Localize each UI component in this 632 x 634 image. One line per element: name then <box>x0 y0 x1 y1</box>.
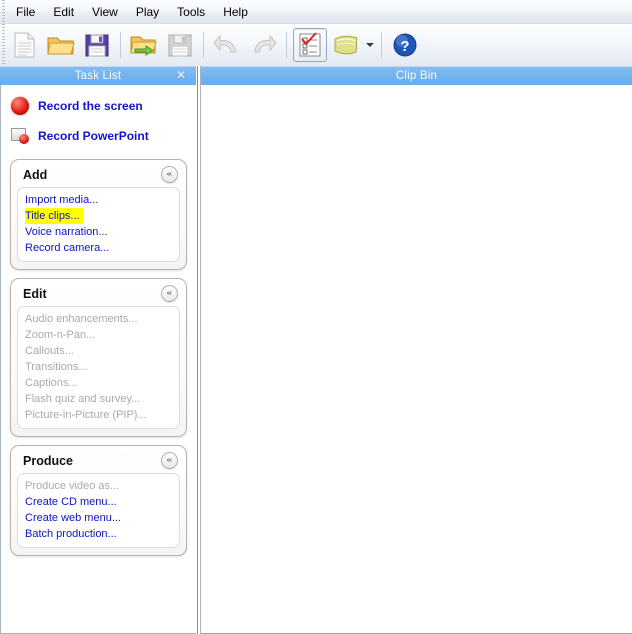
task-link-import-media[interactable]: Import media... <box>18 192 179 208</box>
menu-tools[interactable]: Tools <box>168 2 214 22</box>
menu-help[interactable]: Help <box>214 2 257 22</box>
import-media-icon <box>130 36 157 56</box>
new-icon <box>14 32 35 58</box>
menu-edit[interactable]: Edit <box>44 2 83 22</box>
clip-bin-title: Clip Bin <box>395 70 438 82</box>
task-list-icon <box>299 32 321 57</box>
group-add-title: Add <box>23 167 48 182</box>
group-edit: Edit « Audio enhancements... Zoom-n-Pan.… <box>10 278 187 437</box>
task-link-callouts: Callouts... <box>25 345 74 357</box>
record-powerpoint-label: Record PowerPoint <box>38 129 149 143</box>
new-button[interactable] <box>8 28 42 62</box>
help-button[interactable]: ? <box>388 28 422 62</box>
task-link-batch-production[interactable]: Batch production... <box>18 526 179 542</box>
group-produce-title: Produce <box>23 453 74 468</box>
group-produce-header: Produce « <box>17 451 180 473</box>
task-link-create-web-menu[interactable]: Create web menu... <box>18 510 179 526</box>
redo-icon <box>254 34 277 53</box>
main-area: Task List ✕ Record the screen Record Pow… <box>0 66 632 634</box>
group-produce: Produce « Produce video as... Create CD … <box>10 445 187 556</box>
menu-bar: File Edit View Play Tools Help <box>0 0 632 24</box>
svg-text:?: ? <box>400 38 409 55</box>
group-edit-header: Edit « <box>17 284 180 306</box>
save-floppy-icon <box>85 34 109 57</box>
chevron-up-icon[interactable]: « <box>161 285 178 302</box>
task-list-body: Record the screen Record PowerPoint Add … <box>0 85 196 634</box>
toolbar-grip[interactable] <box>0 24 7 66</box>
toolbar-separator-1 <box>120 32 121 58</box>
task-link-zoom-n-pan: Zoom-n-Pan... <box>25 329 96 341</box>
open-button[interactable] <box>44 28 78 62</box>
redo-button[interactable] <box>246 28 280 62</box>
record-powerpoint-action[interactable]: Record PowerPoint <box>1 121 196 151</box>
clip-bin-body[interactable] <box>201 85 632 633</box>
chevron-up-icon[interactable]: « <box>161 452 178 469</box>
group-add-body: Import media... Title clips... Voice nar… <box>17 187 180 262</box>
task-link-record-camera[interactable]: Record camera... <box>18 240 179 256</box>
chevron-up-icon[interactable]: « <box>161 166 178 183</box>
clip-bin-dropdown-arrow[interactable] <box>364 28 376 62</box>
save-as-button[interactable] <box>163 28 197 62</box>
task-link-audio-enhancements: Audio enhancements... <box>25 313 138 325</box>
group-edit-body: Audio enhancements... Zoom-n-Pan... Call… <box>17 306 180 429</box>
menu-bar-grip[interactable] <box>0 0 7 23</box>
clip-bin-pane: Clip Bin <box>201 66 632 634</box>
import-media-button[interactable] <box>127 28 161 62</box>
task-link-picture-in-picture: Picture-in-Picture (PIP)... <box>25 409 147 421</box>
clip-bin-button[interactable] <box>329 28 363 62</box>
clip-bin-header: Clip Bin <box>201 66 632 85</box>
task-link-title-clips[interactable]: Title clips... <box>25 208 83 224</box>
clip-bin-icon <box>334 35 358 55</box>
save-button[interactable] <box>80 28 114 62</box>
help-icon: ? <box>393 33 417 57</box>
record-screen-icon <box>11 97 29 115</box>
undo-icon <box>213 34 236 53</box>
task-list-title: Task List <box>74 70 122 82</box>
save-as-icon <box>168 34 192 57</box>
task-link-flash-quiz-and-survey: Flash quiz and survey... <box>25 393 141 405</box>
menu-play[interactable]: Play <box>127 2 168 22</box>
close-icon[interactable]: ✕ <box>174 68 188 82</box>
toolbar-separator-3 <box>286 32 287 58</box>
task-link-voice-narration[interactable]: Voice narration... <box>18 224 179 240</box>
menu-view[interactable]: View <box>83 2 127 22</box>
toolbar-separator-2 <box>203 32 204 58</box>
task-link-produce-video-as: Produce video as... <box>25 480 120 492</box>
toolbar-separator-4 <box>381 32 382 58</box>
group-add-header: Add « <box>17 165 180 187</box>
task-link-title-clips-row: Title clips... <box>18 208 179 224</box>
menu-file[interactable]: File <box>7 2 44 22</box>
task-list-pane: Task List ✕ Record the screen Record Pow… <box>0 66 197 634</box>
open-folder-icon <box>47 37 75 55</box>
toolbar: ? <box>0 24 632 67</box>
task-link-captions: Captions... <box>25 377 78 389</box>
record-the-screen-action[interactable]: Record the screen <box>1 91 196 121</box>
group-add: Add « Import media... Title clips... Voi… <box>10 159 187 270</box>
record-powerpoint-icon <box>11 127 29 145</box>
task-list-button[interactable] <box>293 28 327 62</box>
task-list-header: Task List ✕ <box>0 66 196 85</box>
undo-button[interactable] <box>210 28 244 62</box>
group-produce-body: Produce video as... Create CD menu... Cr… <box>17 473 180 548</box>
group-edit-title: Edit <box>23 286 47 301</box>
record-the-screen-label: Record the screen <box>38 99 143 113</box>
task-link-create-cd-menu[interactable]: Create CD menu... <box>18 494 179 510</box>
task-link-transitions: Transitions... <box>25 361 88 373</box>
